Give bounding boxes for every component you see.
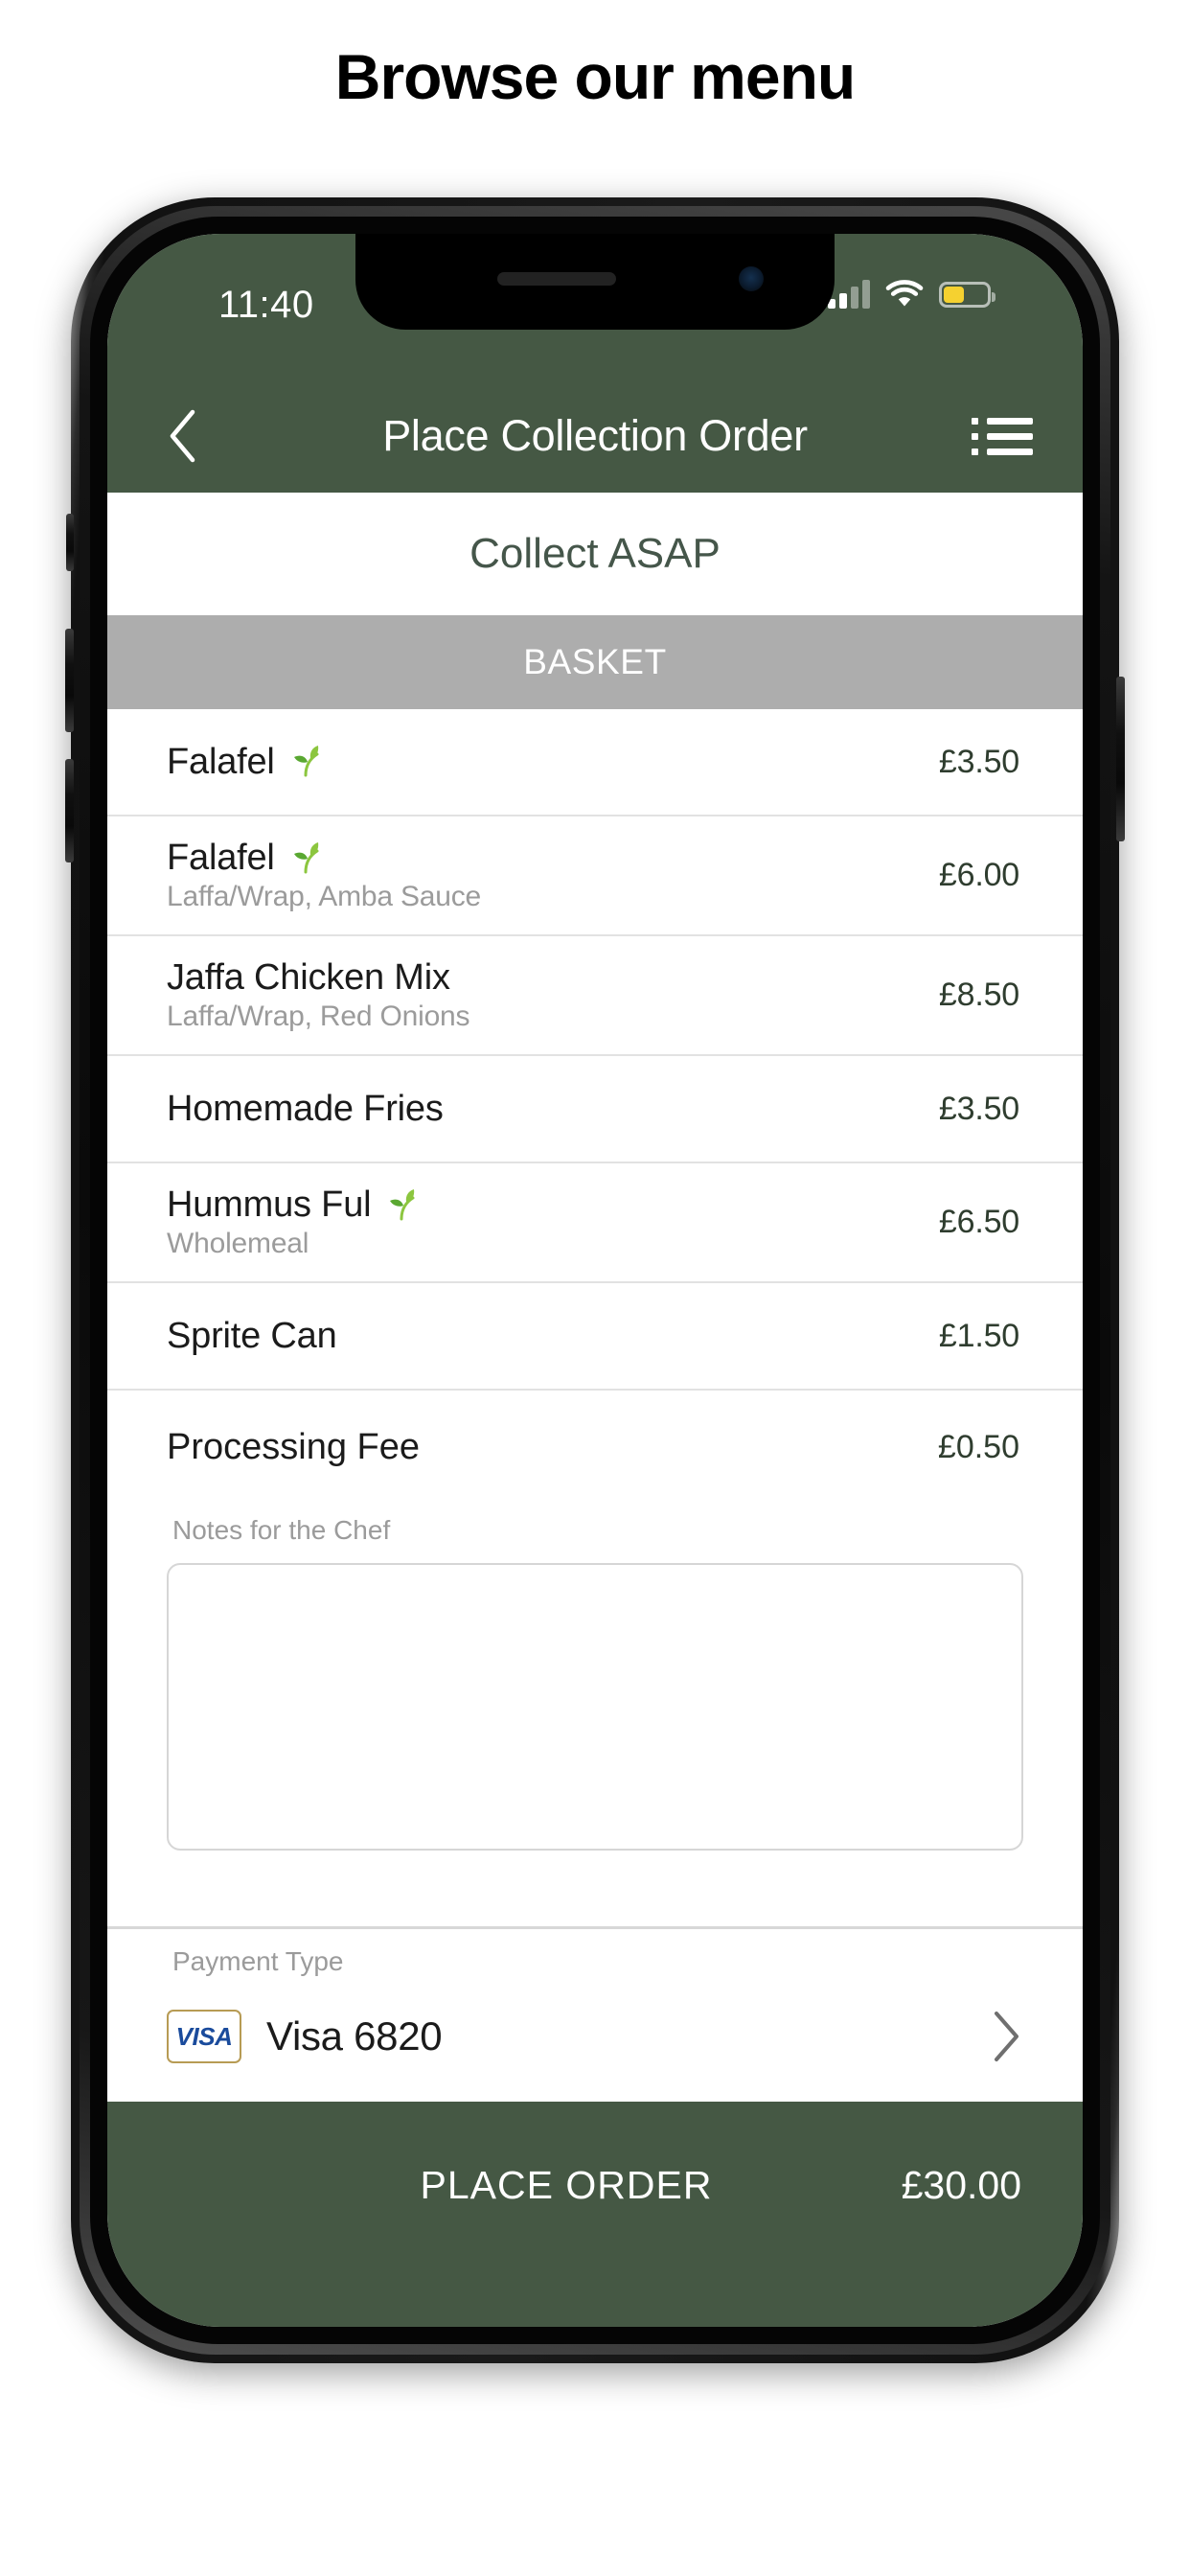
- nav-title: Place Collection Order: [382, 411, 808, 460]
- item-price: £6.50: [938, 1204, 1019, 1240]
- item-price: £6.00: [938, 857, 1019, 893]
- notes-spacer: [107, 1855, 1083, 1926]
- list-menu-icon: [972, 417, 1033, 425]
- notes-section: Notes for the Chef: [107, 1504, 1083, 1855]
- visa-logo-text: VISA: [175, 2021, 233, 2051]
- power-button[interactable]: [1116, 677, 1125, 841]
- phone-screen: 11:40 Place Collection Order Collect ASA…: [107, 234, 1083, 2327]
- battery-low-power-icon: [939, 281, 995, 308]
- menu-button[interactable]: [972, 409, 1033, 463]
- wifi-icon: [885, 280, 924, 307]
- table-row[interactable]: Falafel £3.50: [107, 709, 1083, 816]
- item-name: Homemade Fries: [167, 1088, 444, 1129]
- table-row[interactable]: Homemade Fries £3.50: [107, 1056, 1083, 1163]
- visa-logo-icon: VISA: [167, 2010, 241, 2063]
- silent-switch[interactable]: [66, 514, 74, 571]
- item-name: Sprite Can: [167, 1315, 337, 1356]
- volume-up-button[interactable]: [65, 629, 74, 732]
- payment-type-label: Payment Type: [172, 1946, 344, 1976]
- item-name: Falafel: [167, 741, 275, 782]
- payment-method-row[interactable]: VISA Visa 6820: [167, 1992, 1023, 2081]
- notes-input[interactable]: [167, 1563, 1023, 1851]
- item-name: Hummus Ful: [167, 1184, 372, 1225]
- payment-section[interactable]: Payment Type VISA Visa 6820: [107, 1926, 1083, 2102]
- processing-fee-price: £0.50: [937, 1428, 1019, 1465]
- nav-bar: Place Collection Order: [107, 380, 1083, 493]
- payment-card-name: Visa 6820: [266, 2013, 443, 2058]
- chevron-right-icon: [995, 2012, 1018, 2061]
- item-name: Jaffa Chicken Mix: [167, 957, 450, 998]
- earpiece-speaker-icon: [497, 272, 616, 286]
- item-price: £8.50: [938, 977, 1019, 1013]
- table-row[interactable]: Jaffa Chicken Mix Laffa/Wrap, Red Onions…: [107, 936, 1083, 1056]
- processing-fee-label: Processing Fee: [167, 1426, 421, 1467]
- basket-list: Falafel £3.50 Falafel Laffa/Wrap, Amba S…: [107, 709, 1083, 1504]
- place-order-total: £30.00: [901, 2163, 1021, 2207]
- place-order-button[interactable]: PLACE ORDER £30.00: [107, 2102, 1083, 2269]
- item-price: £1.50: [938, 1317, 1019, 1354]
- status-icons: [828, 280, 995, 309]
- volume-down-button[interactable]: [65, 759, 74, 862]
- page-root: Browse our menu 11:40 Place Collection O…: [0, 0, 1190, 2576]
- front-camera-icon: [739, 266, 764, 291]
- vegan-sprout-icon: [390, 1188, 415, 1220]
- status-time: 11:40: [218, 284, 314, 326]
- phone-frame: 11:40 Place Collection Order Collect ASA…: [65, 197, 1125, 2363]
- table-row[interactable]: Sprite Can £1.50: [107, 1283, 1083, 1391]
- item-price: £3.50: [938, 743, 1019, 780]
- item-price: £3.50: [938, 1090, 1019, 1127]
- bottom-safe-area: [107, 2269, 1083, 2327]
- basket-section-header: BASKET: [107, 615, 1083, 709]
- vegan-sprout-icon: [293, 746, 319, 777]
- processing-fee-row: Processing Fee £0.50: [107, 1391, 1083, 1504]
- table-row[interactable]: Hummus Ful Wholemeal £6.50: [107, 1163, 1083, 1283]
- item-options: Laffa/Wrap, Amba Sauce: [167, 881, 482, 912]
- item-options: Laffa/Wrap, Red Onions: [167, 1000, 470, 1032]
- item-name: Falafel: [167, 838, 275, 878]
- collect-time-label: Collect ASAP: [469, 530, 721, 577]
- status-bar: 11:40: [107, 234, 1083, 380]
- basket-section-label: BASKET: [523, 642, 667, 681]
- page-title: Browse our menu: [334, 41, 856, 112]
- back-button[interactable]: [153, 407, 211, 465]
- collect-time-row[interactable]: Collect ASAP: [107, 493, 1083, 615]
- vegan-sprout-icon: [293, 841, 319, 873]
- notch: [355, 234, 835, 330]
- notes-label: Notes for the Chef: [172, 1515, 391, 1545]
- item-options: Wholemeal: [167, 1228, 309, 1259]
- table-row[interactable]: Falafel Laffa/Wrap, Amba Sauce £6.00: [107, 816, 1083, 936]
- chevron-left-icon: [170, 409, 195, 463]
